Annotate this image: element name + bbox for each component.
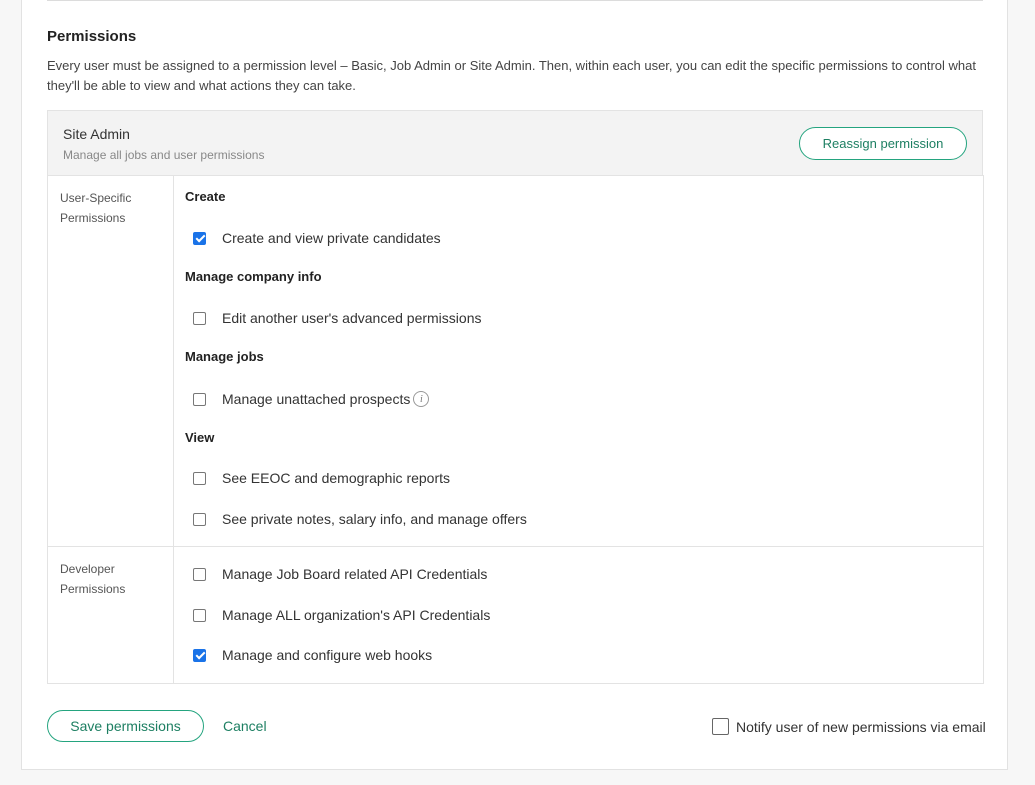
label-line: User-Specific — [60, 191, 132, 205]
permission-checkbox[interactable] — [193, 392, 206, 406]
group-title-manage-jobs: Manage jobs — [185, 349, 264, 364]
permission-label: Edit another user's advanced permissions — [222, 310, 482, 326]
permission-level-panel: Site Admin Manage all jobs and user perm… — [47, 110, 983, 176]
section-title: Permissions — [47, 28, 137, 45]
info-icon[interactable]: i — [413, 391, 430, 407]
permission-label: See private notes, salary info, and mana… — [222, 511, 527, 527]
permission-label: Create and view private candidates — [222, 230, 441, 246]
notify-user-option[interactable]: Notify user of new permissions via email — [705, 718, 986, 735]
permission-row[interactable]: Manage unattached prospects i — [193, 389, 430, 409]
cancel-link[interactable]: Cancel — [223, 718, 267, 734]
row-divider — [48, 546, 984, 547]
permission-label: See EEOC and demographic reports — [222, 470, 451, 486]
save-permissions-button[interactable]: Save permissions — [47, 710, 204, 742]
permission-checkbox[interactable] — [193, 567, 206, 581]
user-specific-permissions-label: User-Specific Permissions — [60, 188, 160, 228]
divider — [47, 0, 983, 1]
group-title-view: View — [185, 430, 215, 445]
permission-row[interactable]: Manage and configure web hooks — [193, 645, 432, 665]
permission-row[interactable]: See EEOC and demographic reports — [193, 468, 450, 488]
permission-label: Manage and configure web hooks — [222, 647, 433, 663]
permission-checkbox[interactable] — [193, 231, 206, 245]
notify-checkbox[interactable] — [712, 718, 729, 735]
permission-row[interactable]: Manage ALL organization's API Credential… — [193, 605, 490, 625]
column-divider — [173, 175, 174, 683]
reassign-permission-button[interactable]: Reassign permission — [799, 127, 967, 160]
permission-label: Manage Job Board related API Credentials — [222, 566, 488, 582]
label-line: Permissions — [60, 582, 126, 596]
permission-label: Manage ALL organization's API Credential… — [222, 607, 491, 623]
permission-level-description: Manage all jobs and user permissions — [63, 148, 265, 162]
label-line: Developer — [60, 562, 115, 576]
group-title-manage-company-info: Manage company info — [185, 269, 322, 284]
permission-checkbox[interactable] — [193, 648, 206, 662]
notify-label: Notify user of new permissions via email — [736, 718, 986, 735]
group-title-create: Create — [185, 189, 226, 204]
permission-row[interactable]: Create and view private candidates — [193, 228, 441, 248]
permission-checkbox[interactable] — [193, 608, 206, 622]
permission-row[interactable]: See private notes, salary info, and mana… — [193, 509, 527, 529]
permission-row[interactable]: Edit another user's advanced permissions — [193, 308, 481, 328]
permission-checkbox[interactable] — [193, 311, 206, 325]
permission-level-name: Site Admin — [63, 126, 130, 142]
label-line: Permissions — [60, 211, 126, 225]
section-description: Every user must be assigned to a permiss… — [47, 58, 976, 93]
permission-row[interactable]: Manage Job Board related API Credentials — [193, 564, 487, 584]
permission-label: Manage unattached prospects — [222, 391, 411, 407]
developer-permissions-label: Developer Permissions — [60, 559, 160, 599]
permission-checkbox[interactable] — [193, 512, 206, 526]
permission-checkbox[interactable] — [193, 471, 206, 485]
